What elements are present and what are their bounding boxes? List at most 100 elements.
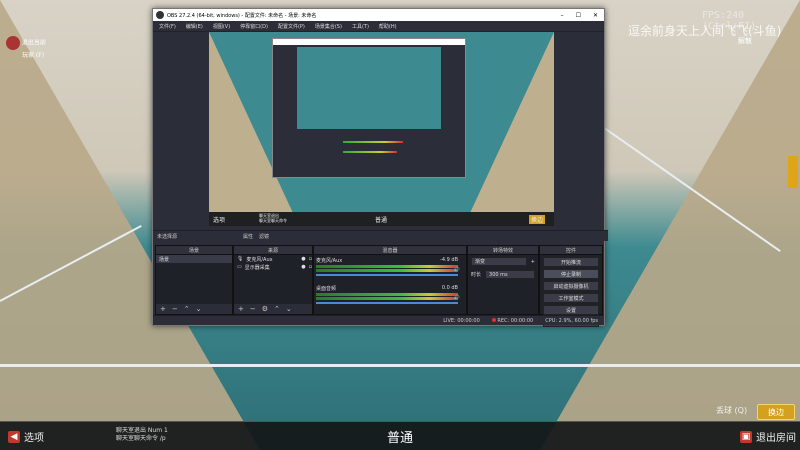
- options-icon: ◀: [8, 430, 20, 443]
- preview-mode: 普通: [375, 217, 388, 224]
- preview-chat: 聊天室退出 聊天室聊天命令: [259, 213, 287, 223]
- chat-line: 聊天室退出 Num 1: [116, 427, 168, 434]
- channel-name: 桌面音频: [316, 286, 337, 292]
- options-label: 选项: [24, 433, 44, 444]
- mixer-channel: 桌面音频 0.0 dB 🔊: [316, 285, 460, 304]
- channel-db: -4.9 dB: [440, 257, 458, 263]
- side-panel-tab[interactable]: [788, 156, 798, 188]
- obs-titlebar[interactable]: OBS 27.2.4 (64-bit, windows) - 配置文件: 未命名…: [153, 9, 604, 21]
- sources-header: 来源: [234, 246, 312, 255]
- source-item[interactable]: 🎙 麦克风/Aux ● ▫: [234, 255, 312, 263]
- exit-room-button[interactable]: ▣ 退出房间: [740, 429, 796, 444]
- remove-source-icon[interactable]: −: [250, 305, 256, 313]
- remove-scene-icon[interactable]: −: [172, 305, 178, 313]
- menu-edit[interactable]: 编辑(E): [186, 23, 203, 30]
- player-avatar: [6, 36, 20, 50]
- source-toolbar: 未选择源 属性 滤镜: [153, 230, 608, 241]
- monitor-icon: ▭: [237, 264, 242, 270]
- maximize-button[interactable]: ☐: [576, 12, 581, 19]
- obs-window[interactable]: OBS 27.2.4 (64-bit, windows) - 配置文件: 未命名…: [152, 8, 608, 327]
- preview-chat-line: 聊天室聊天命令: [259, 218, 287, 223]
- rec-status: REC: 00:00:00: [497, 317, 534, 324]
- close-button[interactable]: ✕: [593, 12, 598, 19]
- transition-type-select[interactable]: 渐变: [471, 257, 527, 266]
- nested-titlebar: [273, 39, 465, 45]
- chat-hints: 聊天室退出 Num 1 聊天室聊天命令 /p: [116, 427, 168, 443]
- menu-tools[interactable]: 工具(T): [352, 23, 369, 30]
- duration-label: 时长: [471, 272, 482, 278]
- scenes-header: 场景: [156, 246, 232, 255]
- transitions-header: 转场特效: [468, 246, 538, 255]
- menu-scene-collection[interactable]: 场景集合(S): [315, 23, 342, 30]
- move-down-icon[interactable]: ⌄: [286, 305, 292, 313]
- transitions-dock: 转场特效 渐变 + 时长 300 ms: [467, 245, 539, 315]
- obs-title: OBS 27.2.4 (64-bit, windows) - 配置文件: 未命名…: [167, 12, 317, 19]
- move-up-icon[interactable]: ⌃: [184, 305, 190, 313]
- volume-slider[interactable]: [316, 274, 458, 276]
- menu-profile[interactable]: 配置文件(P): [278, 23, 305, 30]
- lock-icon[interactable]: ▫: [309, 256, 312, 262]
- menu-file[interactable]: 文件(F): [159, 23, 176, 30]
- live-status: LIVE: 00:00:00: [443, 317, 480, 324]
- mixer-dock: 混音器 麦克风/Aux -4.9 dB 🔊 桌面音频 0.0 dB 🔊: [313, 245, 467, 315]
- settings-button[interactable]: 设置: [543, 305, 599, 315]
- volume-slider[interactable]: [316, 302, 458, 304]
- eye-icon[interactable]: ●: [301, 264, 305, 270]
- preview-game-hud: 选项 聊天室退出 聊天室聊天命令 普通 换边: [209, 212, 554, 226]
- obs-preview[interactable]: 选项 聊天室退出 聊天室聊天命令 普通 换边: [209, 32, 554, 226]
- options-button[interactable]: ◀ 选项: [8, 429, 44, 444]
- menu-help[interactable]: 帮助(H): [379, 23, 397, 30]
- exit-icon: ▣: [740, 430, 752, 443]
- switch-side-button[interactable]: 换边: [757, 404, 795, 420]
- duration-row: 时长 300 ms: [468, 268, 538, 281]
- add-source-icon[interactable]: +: [238, 305, 244, 313]
- nested-panels: [273, 131, 465, 177]
- volume-meter: [316, 269, 458, 272]
- menu-view[interactable]: 视图(V): [213, 23, 230, 30]
- obs-statusbar: LIVE: 00:00:00 REC: 00:00:00 CPU: 2.9%, …: [153, 315, 604, 325]
- sources-toolbar: + − ⚙ ⌃ ⌄: [234, 304, 312, 314]
- stop-recording-button[interactable]: 停止录制: [543, 269, 599, 279]
- virtual-camera-button[interactable]: 启动虚拟摄像机: [543, 281, 599, 291]
- mixer-channel: 麦克风/Aux -4.9 dB 🔊: [316, 257, 460, 276]
- move-down-icon[interactable]: ⌄: [196, 305, 202, 313]
- source-item[interactable]: ▭ 显示器采集 ● ▫: [234, 263, 312, 271]
- transition-type-row: 渐变 +: [468, 255, 538, 268]
- minimize-button[interactable]: –: [561, 12, 564, 19]
- nested-meter: [343, 151, 397, 153]
- eye-icon[interactable]: ●: [301, 256, 305, 262]
- exit-room-label: 退出房间: [756, 433, 796, 444]
- move-up-icon[interactable]: ⌃: [274, 305, 280, 313]
- gear-icon[interactable]: ⚙: [262, 305, 268, 313]
- scenes-dock: 场景 场景 + − ⌃ ⌄: [155, 245, 233, 315]
- speaker-icon[interactable]: 🔊: [454, 295, 460, 301]
- throw-ball-label: 丢球 (Q): [716, 406, 748, 415]
- source-item-label: 麦克风/Aux: [246, 256, 273, 263]
- rec-dot-icon: [491, 317, 496, 322]
- nested-meter: [343, 141, 403, 143]
- start-streaming-button[interactable]: 开始推流: [543, 257, 599, 267]
- sources-dock: 来源 🎙 麦克风/Aux ● ▫ ▭ 显示器采集 ● ▫ + − ⚙ ⌃ ⌄: [233, 245, 313, 315]
- preview-switch: 换边: [529, 215, 546, 224]
- game-mode-label: 普通: [387, 431, 414, 446]
- channel-name: 麦克风/Aux: [316, 258, 343, 264]
- studio-mode-button[interactable]: 工作室模式: [543, 293, 599, 303]
- stream-watermark: 逗余前身天上人间飞飞(斗鱼): [628, 24, 782, 38]
- controls-dock: 控件 开始推流 停止录制 启动虚拟摄像机 工作室模式 设置 退出: [539, 245, 603, 327]
- add-scene-icon[interactable]: +: [160, 305, 166, 313]
- menu-docks[interactable]: 停靠窗口(D): [240, 23, 268, 30]
- lock-icon[interactable]: ▫: [309, 264, 312, 270]
- scene-item[interactable]: 场景: [156, 255, 232, 263]
- chat-line: 聊天室聊天命令 /p: [116, 435, 166, 442]
- cpu-status: CPU: 2.9%, 60.00 fps: [545, 317, 598, 324]
- preview-options: 选项: [213, 217, 226, 224]
- obs-menubar: 文件(F) 编辑(E) 视图(V) 停靠窗口(D) 配置文件(P) 场景集合(S…: [153, 21, 604, 32]
- volume-meter: [316, 297, 458, 300]
- properties-button[interactable]: 属性: [243, 233, 253, 240]
- add-transition-icon[interactable]: +: [531, 259, 535, 265]
- rec-status-wrap: REC: 00:00:00: [491, 317, 534, 324]
- filters-button[interactable]: 滤镜: [259, 233, 269, 240]
- duration-input[interactable]: 300 ms: [485, 270, 535, 279]
- nested-obs-window: [272, 38, 466, 178]
- speaker-icon[interactable]: 🔊: [454, 267, 460, 273]
